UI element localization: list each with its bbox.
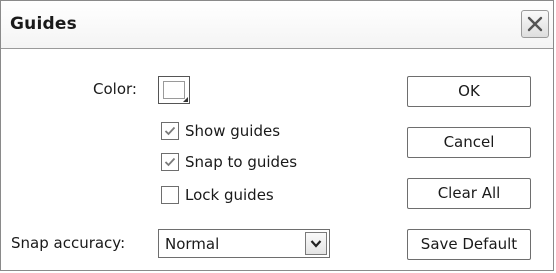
snap-accuracy-label: Snap accuracy: — [11, 234, 126, 252]
clear-all-button[interactable]: Clear All — [407, 178, 531, 209]
lock-guides-checkbox[interactable] — [161, 186, 179, 204]
checkmark-icon — [164, 126, 176, 136]
snap-to-guides-label: Snap to guides — [185, 153, 298, 171]
color-label: Color: — [93, 80, 137, 98]
title-bar[interactable]: Guides — [1, 1, 553, 49]
dropdown-button[interactable] — [305, 232, 327, 255]
cancel-button[interactable]: Cancel — [407, 127, 531, 158]
dialog-title: Guides — [10, 14, 77, 34]
save-default-button[interactable]: Save Default — [407, 229, 531, 260]
dropdown-corner-icon — [183, 97, 188, 102]
snap-accuracy-select[interactable]: Normal — [158, 229, 330, 258]
color-swatch-fill — [163, 81, 185, 99]
show-guides-label: Show guides — [185, 122, 281, 140]
lock-guides-label: Lock guides — [185, 186, 274, 204]
chevron-down-icon — [310, 240, 322, 248]
close-icon — [527, 16, 543, 32]
guides-dialog: Guides Color: Show guides Snap to guides… — [0, 0, 554, 271]
checkmark-icon — [164, 157, 176, 167]
ok-button[interactable]: OK — [407, 76, 531, 107]
show-guides-checkbox[interactable] — [161, 122, 179, 140]
snap-accuracy-value: Normal — [165, 235, 220, 253]
color-swatch[interactable] — [158, 76, 190, 104]
snap-to-guides-checkbox[interactable] — [161, 153, 179, 171]
close-button[interactable] — [521, 10, 549, 38]
